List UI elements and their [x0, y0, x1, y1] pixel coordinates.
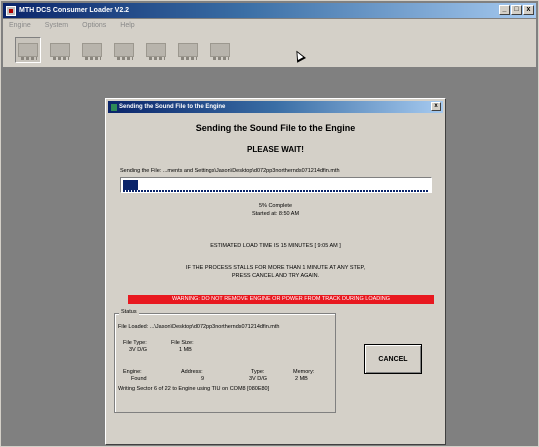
minimize-button[interactable]: _	[499, 5, 510, 15]
track-icon	[114, 42, 134, 60]
status-group: Status File Loaded: ...\Jason\Desktop\d0…	[114, 309, 336, 413]
menu-engine[interactable]: Engine	[9, 22, 31, 29]
address-value: 9	[201, 376, 205, 382]
app-title: MTH DCS Consumer Loader V2.2	[19, 7, 130, 14]
toolbar-button-settings[interactable]	[175, 37, 201, 63]
memory-value: 2 MB	[295, 376, 308, 382]
menubar: Engine System Options Help	[3, 19, 536, 32]
status-legend: Status	[119, 309, 139, 315]
engine-label: Engine:	[123, 369, 142, 375]
app-icon	[6, 5, 16, 16]
sending-file-text: Sending the File: ...ments and Settings\…	[120, 168, 340, 174]
progress-track	[123, 190, 429, 192]
menu-help[interactable]: Help	[120, 22, 134, 29]
menu-system[interactable]: System	[45, 22, 68, 29]
file-type-value: 3V D/G	[129, 347, 148, 353]
file-type-label: File Type:	[123, 340, 147, 346]
railcar-icon	[146, 42, 166, 60]
maximize-button[interactable]: □	[511, 5, 522, 15]
stall-instruction-line2: PRESS CANCEL AND TRY AGAIN.	[231, 273, 320, 279]
close-button[interactable]: x	[523, 5, 534, 15]
toolbar-button-track[interactable]	[111, 37, 137, 63]
menu-options[interactable]: Options	[82, 22, 106, 29]
percent-complete-text: 5% Complete	[258, 203, 293, 209]
address-label: Address:	[181, 369, 203, 375]
dialog-icon	[111, 103, 117, 111]
disk-icon	[210, 42, 230, 60]
started-at-text: Started at: 8:50 AM	[251, 211, 300, 217]
progress-fill	[123, 180, 138, 190]
toolbar-button-disk[interactable]	[207, 37, 233, 63]
type-value: 3V D/G	[249, 376, 268, 382]
toolbar	[3, 32, 536, 68]
dialog-close-button[interactable]: x	[431, 102, 441, 111]
dialog-titlebar[interactable]: Sending the Sound File to the Engine x	[108, 101, 443, 113]
engine-value: Found	[131, 376, 147, 382]
writing-sector-text: Writing Sector 6 of 22 to Engine using T…	[118, 386, 270, 392]
warning-banner: WARNING: DO NOT REMOVE ENGINE OR POWER F…	[128, 295, 434, 304]
toolbar-button-railcar[interactable]	[143, 37, 169, 63]
toolbar-button-locomotive[interactable]	[47, 37, 73, 63]
send-sound-dialog: Sending the Sound File to the Engine x S…	[105, 98, 446, 445]
progress-bar	[120, 177, 432, 193]
type-label: Type:	[251, 369, 265, 375]
toolbar-button-engine[interactable]	[15, 36, 41, 63]
file-size-label: File Size:	[171, 340, 194, 346]
estimated-load-time-text: ESTIMATED LOAD TIME IS 15 MINUTES [ 9:05…	[210, 243, 341, 249]
engine-icon	[18, 42, 38, 60]
sound-file-icon	[82, 42, 102, 60]
settings-icon	[178, 42, 198, 60]
locomotive-icon	[50, 42, 70, 60]
dialog-heading: Sending the Sound File to the Engine	[195, 123, 356, 133]
app-titlebar[interactable]: MTH DCS Consumer Loader V2.2 _ □ x	[3, 3, 536, 18]
memory-label: Memory:	[293, 369, 315, 375]
window-controls: _ □ x	[499, 5, 534, 15]
toolbar-button-sound-file[interactable]	[79, 37, 105, 63]
please-wait-text: PLEASE WAIT!	[247, 145, 304, 154]
file-size-value: 1 MB	[179, 347, 192, 353]
file-loaded-text: File Loaded: ...\Jason\Desktop\d072pp3no…	[118, 324, 280, 330]
cancel-button[interactable]: CANCEL	[364, 344, 422, 374]
dialog-title: Sending the Sound File to the Engine	[119, 104, 226, 110]
stall-instruction-line1: IF THE PROCESS STALLS FOR MORE THAN 1 MI…	[186, 265, 365, 271]
